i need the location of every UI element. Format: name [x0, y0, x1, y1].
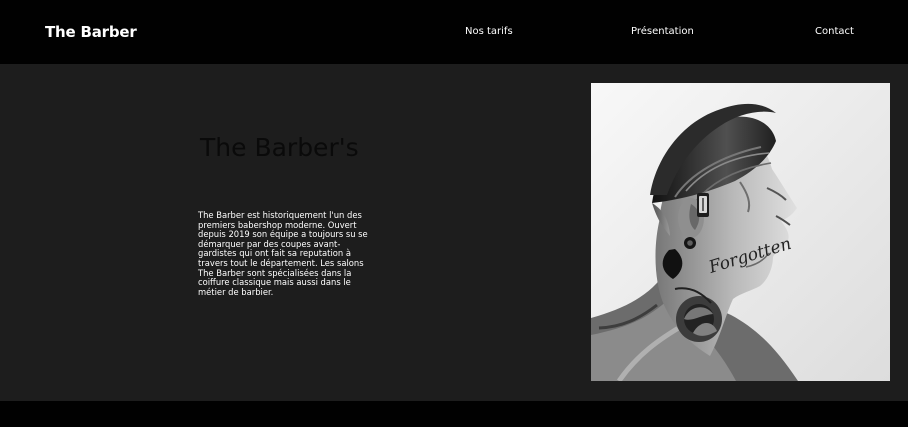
brand-logo-link[interactable]: The Barber	[45, 22, 137, 42]
footer-bar	[0, 401, 908, 427]
barber-profile-illustration: Forgotten	[591, 83, 890, 381]
nav-link-tarifs[interactable]: Nos tarifs	[465, 25, 513, 39]
nav-link-contact[interactable]: Contact	[815, 25, 854, 39]
top-navigation-bar: The Barber Nos tarifs Présentation Conta…	[0, 0, 908, 64]
nav-link-presentation[interactable]: Présentation	[631, 25, 694, 39]
page: The Barber Nos tarifs Présentation Conta…	[0, 0, 908, 427]
hero-title: The Barber's	[200, 133, 359, 162]
barber-profile-photo: Forgotten	[591, 83, 890, 381]
hero-description: The Barber est historiquement l'un des p…	[198, 210, 368, 297]
